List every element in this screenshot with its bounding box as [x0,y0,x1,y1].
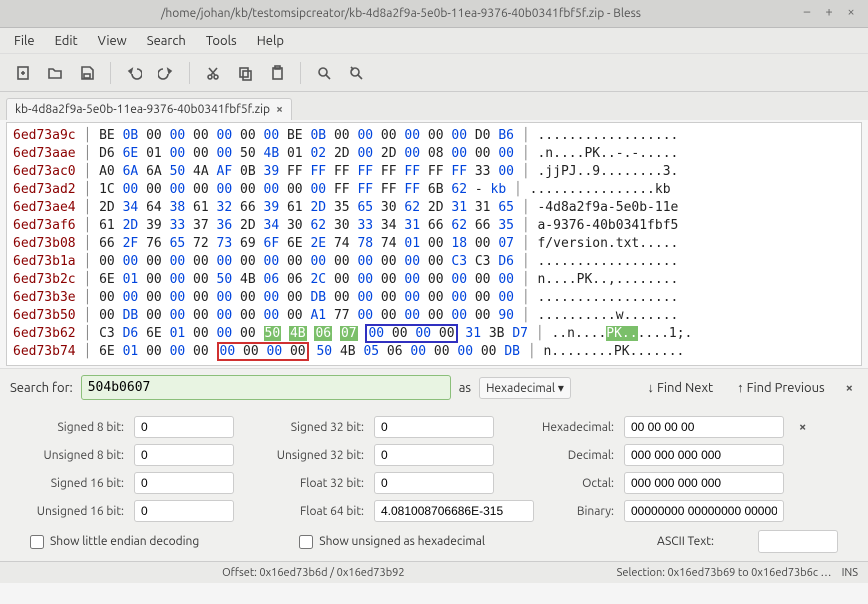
menu-help[interactable]: Help [247,30,294,52]
binary-field[interactable] [624,500,784,522]
maximize-button[interactable]: + [820,5,838,23]
float-32-label: Float 32 bit: [244,477,364,490]
copy-icon [237,65,253,81]
hexadecimal-label: Hexadecimal: [504,421,614,434]
unsigned-8-label: Unsigned 8 bit: [14,449,124,462]
unsigned-32-field[interactable] [374,444,494,466]
search-icon [316,65,332,81]
menu-tools[interactable]: Tools [196,30,247,52]
statusbar: Offset: 0x16ed73b6d / 0x16ed73b92 Select… [0,561,868,583]
tab-label: kb-4d8a2f9a-5e0b-11ea-9376-40b0341fbf5f.… [15,103,270,116]
octal-label: Octal: [504,477,614,490]
float-32-field[interactable] [374,472,494,494]
new-button[interactable] [8,58,38,88]
minimize-button[interactable]: – [798,5,816,23]
octal-field[interactable] [624,472,784,494]
save-icon [79,65,95,81]
signed-16-label: Signed 16 bit: [14,477,124,490]
clipboard-icon [269,65,285,81]
unsigned-8-field[interactable] [134,444,234,466]
find-button[interactable] [309,58,339,88]
arrow-up-icon: ↑ [737,381,744,395]
find-next-button[interactable]: ↓ Find Next [640,376,722,399]
status-selection: Selection: 0x16ed73b69 to 0x16ed73b6c … [617,567,832,579]
separator [189,62,190,84]
save-button[interactable] [72,58,102,88]
decimal-label: Decimal: [504,449,614,462]
cut-button[interactable] [198,58,228,88]
titlebar: /home/johan/kb/testomsipcreator/kb-4d8a2… [0,0,868,28]
float-64-label: Float 64 bit: [244,505,364,518]
search-close-button[interactable]: × [841,381,858,395]
new-file-icon [15,65,31,81]
menubar: File Edit View Search Tools Help [0,28,868,54]
open-button[interactable] [40,58,70,88]
search-bar: Search for: as Hexadecimal ▾ ↓ Find Next… [0,368,868,406]
unsigned-hex-checkbox[interactable]: Show unsigned as hexadecimal [299,535,485,549]
toolbar [0,54,868,92]
hex-view[interactable]: 6ed73a9c │ BE 0B 00 00 00 00 00 00 BE 0B… [6,122,862,366]
scissors-icon [205,65,221,81]
folder-icon [47,65,63,81]
redo-button[interactable] [151,58,181,88]
binary-label: Binary: [504,505,614,518]
window-title: /home/johan/kb/testomsipcreator/kb-4d8a2… [8,7,794,20]
tabbar: kb-4d8a2f9a-5e0b-11ea-9376-40b0341fbf5f.… [0,92,868,120]
little-endian-checkbox[interactable]: Show little endian decoding [30,535,199,549]
signed-32-field[interactable] [374,416,494,438]
status-mode: INS [842,567,858,579]
search-input[interactable] [81,375,451,400]
unsigned-16-label: Unsigned 16 bit: [14,505,124,518]
tab-file[interactable]: kb-4d8a2f9a-5e0b-11ea-9376-40b0341fbf5f.… [6,98,292,120]
hexadecimal-field[interactable] [624,416,784,438]
menu-search[interactable]: Search [137,30,196,52]
status-offset: Offset: 0x16ed73b6d / 0x16ed73b92 [222,567,405,579]
signed-16-field[interactable] [134,472,234,494]
redo-icon [158,65,174,81]
ascii-text-field[interactable] [758,530,838,553]
unsigned-32-label: Unsigned 32 bit: [244,449,364,462]
unsigned-16-field[interactable] [134,500,234,522]
arrow-down-icon: ↓ [648,381,655,395]
search-mode-select[interactable]: Hexadecimal ▾ [479,377,571,399]
as-label: as [459,381,471,395]
menu-edit[interactable]: Edit [45,30,88,52]
inspector-close-button[interactable]: × [794,420,814,434]
signed-8-field[interactable] [134,416,234,438]
search-label: Search for: [10,381,73,395]
signed-32-label: Signed 32 bit: [244,421,364,434]
menu-file[interactable]: File [4,30,45,52]
signed-8-label: Signed 8 bit: [14,421,124,434]
menu-view[interactable]: View [88,30,137,52]
replace-icon [348,65,364,81]
copy-button[interactable] [230,58,260,88]
close-button[interactable]: × [842,5,860,23]
separator [110,62,111,84]
separator [300,62,301,84]
undo-icon [126,65,142,81]
paste-button[interactable] [262,58,292,88]
decimal-field[interactable] [624,444,784,466]
find-previous-button[interactable]: ↑ Find Previous [729,376,833,399]
ascii-text-label: ASCII Text: [657,535,718,548]
value-inspector: Signed 8 bit: Signed 32 bit: Hexadecimal… [0,406,868,526]
inspector-options: Show little endian decoding Show unsigne… [0,526,868,561]
chevron-down-icon: ▾ [558,382,564,395]
replace-button[interactable] [341,58,371,88]
tab-close-icon[interactable]: × [276,103,283,116]
undo-button[interactable] [119,58,149,88]
